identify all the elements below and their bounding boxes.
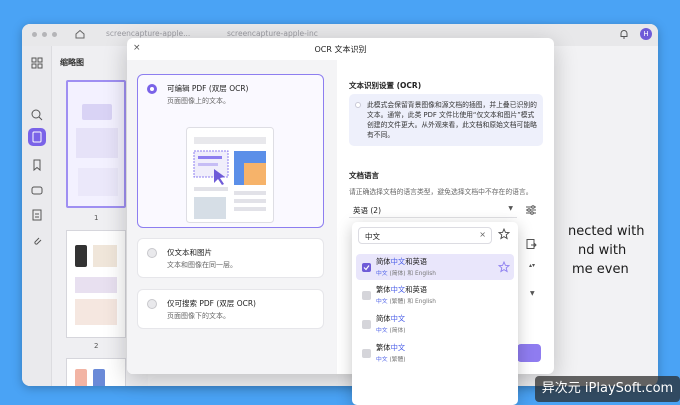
perform-ocr-button[interactable] bbox=[517, 344, 541, 362]
language-option-name: 繁体中文和英语 bbox=[376, 285, 428, 294]
window-minimize-dot[interactable] bbox=[42, 32, 47, 37]
language-option-native: 中文 (繁體) bbox=[376, 357, 406, 363]
window-zoom-dot[interactable] bbox=[52, 32, 57, 37]
page-thumbnail-3[interactable] bbox=[66, 358, 126, 386]
option-description: 页面图像下的文本。 bbox=[167, 312, 230, 320]
thumbnail-panel-title: 缩略图 bbox=[60, 58, 84, 67]
language-checkbox[interactable] bbox=[362, 349, 371, 358]
radio-text-and-images[interactable] bbox=[147, 248, 157, 258]
option-description: 页面图像上的文本。 bbox=[167, 97, 230, 105]
form-icon[interactable] bbox=[30, 208, 44, 222]
window-close-dot[interactable] bbox=[32, 32, 37, 37]
option-label: 仅文本和图片 bbox=[167, 248, 212, 257]
language-search-input[interactable]: 中文 × bbox=[358, 227, 492, 244]
editable-pdf-illustration bbox=[186, 127, 274, 223]
clear-search-icon[interactable]: × bbox=[479, 230, 486, 239]
favorite-star-icon[interactable] bbox=[498, 261, 510, 273]
attachment-icon[interactable] bbox=[30, 234, 44, 248]
grid-view-icon[interactable] bbox=[30, 56, 44, 70]
sidebar-toggle-icon[interactable] bbox=[30, 384, 44, 386]
language-dropdown: 中文 × 简体中文和英语 中文 (简体) 和 English 繁体中文和英语 中… bbox=[352, 222, 518, 405]
document-text-line-2: nd with bbox=[578, 243, 627, 258]
home-icon[interactable] bbox=[74, 28, 86, 40]
page-icon[interactable] bbox=[30, 130, 44, 144]
option-editable-pdf[interactable]: 可编辑 PDF (双层 OCR) 页面图像上的文本。 bbox=[137, 74, 324, 228]
ocr-settings-title: 文本识别设置 (OCR) bbox=[349, 81, 422, 90]
option-label: 可编辑 PDF (双层 OCR) bbox=[167, 84, 249, 93]
option-searchable-pdf[interactable]: 仅可搜索 PDF (双层 OCR) 页面图像下的文本。 bbox=[137, 289, 324, 329]
left-rail bbox=[22, 46, 52, 386]
ocr-options-column: 可编辑 PDF (双层 OCR) 页面图像上的文本。 仅文本和图片 文本和图像在… bbox=[127, 60, 337, 374]
language-hint: 请正确选择文档的语言类型，避免选择文档中不存在的语言。 bbox=[349, 188, 533, 196]
settings-sliders-icon[interactable] bbox=[525, 204, 537, 216]
language-checkbox[interactable] bbox=[362, 291, 371, 300]
document-language-title: 文档语言 bbox=[349, 171, 379, 180]
mode-info-text: 此模式会保留背景图像和源文档的插图，并上叠已识别的文本。通常，此类 PDF 文件… bbox=[367, 101, 537, 139]
tab-document-2[interactable]: screencapture-apple-inc bbox=[227, 29, 318, 38]
comment-icon[interactable] bbox=[30, 184, 44, 198]
mode-info-box: 此模式会保留背景图像和源文档的插图，并上叠已识别的文本。通常，此类 PDF 文件… bbox=[349, 94, 543, 146]
chevron-down-icon[interactable]: ▼ bbox=[530, 290, 535, 297]
option-description: 文本和图像在同一层。 bbox=[167, 261, 237, 269]
language-search-value: 中文 bbox=[365, 232, 380, 241]
page-thumbnail-2[interactable] bbox=[66, 230, 126, 338]
language-option-name: 简体中文和英语 bbox=[376, 257, 428, 266]
language-option-native: 中文 (繁體) 和 English bbox=[376, 299, 436, 305]
site-watermark: 异次元 iPlaySoft.com bbox=[535, 376, 680, 402]
avatar[interactable]: H bbox=[640, 28, 652, 40]
chevron-down-icon: ▼ bbox=[508, 205, 513, 212]
page-number-1: 1 bbox=[94, 214, 99, 222]
language-checkbox[interactable] bbox=[362, 320, 371, 329]
language-option-traditional-chinese[interactable]: 繁体中文 中文 (繁體) bbox=[356, 340, 514, 366]
dialog-title: OCR 文本识别 bbox=[314, 45, 367, 54]
language-option-native: 中文 (简体) 和 English bbox=[376, 271, 436, 277]
language-option-simplified-chinese[interactable]: 简体中文 中文 (简体) bbox=[356, 311, 514, 337]
bookmark-icon[interactable] bbox=[30, 158, 44, 172]
radio-searchable-pdf[interactable] bbox=[147, 299, 157, 309]
import-file-icon[interactable] bbox=[525, 238, 537, 250]
document-text-line-3: me even bbox=[572, 262, 629, 277]
language-option-native: 中文 (简体) bbox=[376, 328, 406, 334]
language-option-name: 繁体中文 bbox=[376, 343, 406, 352]
search-icon[interactable] bbox=[30, 108, 44, 122]
info-dot-icon bbox=[355, 102, 361, 108]
language-select[interactable]: 英语 (2) ▼ bbox=[349, 202, 517, 218]
star-icon[interactable] bbox=[498, 228, 510, 240]
language-option-simplified-chinese-english[interactable]: 简体中文和英语 中文 (简体) 和 English bbox=[356, 254, 514, 280]
option-text-and-images[interactable]: 仅文本和图片 文本和图像在同一层。 bbox=[137, 238, 324, 278]
option-label: 仅可搜索 PDF (双层 OCR) bbox=[167, 299, 256, 308]
language-select-value: 英语 (2) bbox=[353, 206, 382, 215]
stepper-arrows-icon[interactable]: ▴▾ bbox=[529, 262, 535, 269]
language-option-name: 简体中文 bbox=[376, 314, 406, 323]
page-thumbnail-1[interactable] bbox=[66, 80, 126, 208]
document-text-line-1: nected with bbox=[568, 224, 645, 239]
language-option-traditional-chinese-english[interactable]: 繁体中文和英语 中文 (繁體) 和 English bbox=[356, 282, 514, 308]
language-checkbox[interactable] bbox=[362, 263, 371, 272]
page-number-2: 2 bbox=[94, 342, 99, 350]
bell-icon[interactable] bbox=[618, 28, 630, 40]
radio-editable-pdf[interactable] bbox=[147, 84, 157, 94]
tab-document-1[interactable]: screencapture-apple... bbox=[106, 29, 190, 38]
